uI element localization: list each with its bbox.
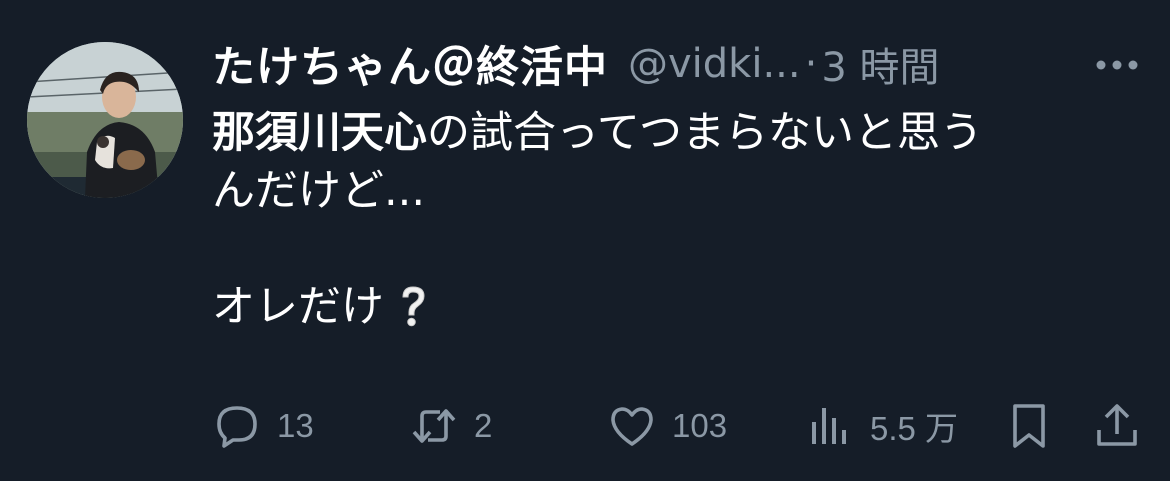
retweet-icon [410, 402, 458, 450]
reply-count: 13 [277, 407, 314, 444]
views-chart-icon [806, 402, 854, 450]
bookmark-icon [1005, 402, 1053, 450]
tweet-text-bold: 那須川天心 [212, 108, 427, 158]
tweet-text: 那須川天心の試合ってつまらないと思う んだけど... オレだけ [212, 104, 1142, 336]
tweet-header: たけちゃん＠終活中 @vidki... · 3 時間 [212, 34, 1152, 94]
tweet-text-line-2: んだけど... [212, 166, 426, 216]
tweet-text-line-1: 那須川天心の試合ってつまらないと思う [212, 104, 1142, 162]
tweet-card[interactable]: たけちゃん＠終活中 @vidki... · 3 時間 那須川天心の試合ってつまら… [0, 0, 1170, 481]
like-button[interactable]: 103 [608, 400, 727, 452]
retweet-button[interactable]: 2 [410, 400, 492, 452]
share-icon [1093, 402, 1141, 450]
tweet-text-rest: の試合ってつまらないと思う [427, 108, 983, 158]
views-count: 5.5 万 [870, 410, 959, 447]
views-button[interactable]: 5.5 万 [806, 400, 958, 452]
reply-button[interactable]: 13 [213, 400, 314, 452]
more-icon[interactable] [1095, 56, 1139, 70]
like-count: 103 [672, 407, 728, 444]
reply-icon [213, 402, 261, 450]
tweet-text-line-3-text: オレだけ [212, 282, 384, 332]
tweet-text-line-3: オレだけ [212, 278, 1142, 336]
tweet-timestamp[interactable]: 3 時間 [821, 35, 939, 93]
question-mark-emoji-icon [398, 284, 428, 327]
share-button[interactable] [1093, 400, 1141, 452]
author-display-name[interactable]: たけちゃん＠終活中 [212, 33, 608, 95]
heart-icon [608, 402, 656, 450]
author-handle[interactable]: @vidki... [628, 41, 801, 87]
retweet-count: 2 [474, 407, 493, 444]
avatar[interactable] [27, 42, 183, 198]
tweet-actions: 13 2 103 5.5 万 [0, 400, 1170, 452]
header-separator: · [804, 41, 818, 87]
bookmark-button[interactable] [1005, 400, 1053, 452]
